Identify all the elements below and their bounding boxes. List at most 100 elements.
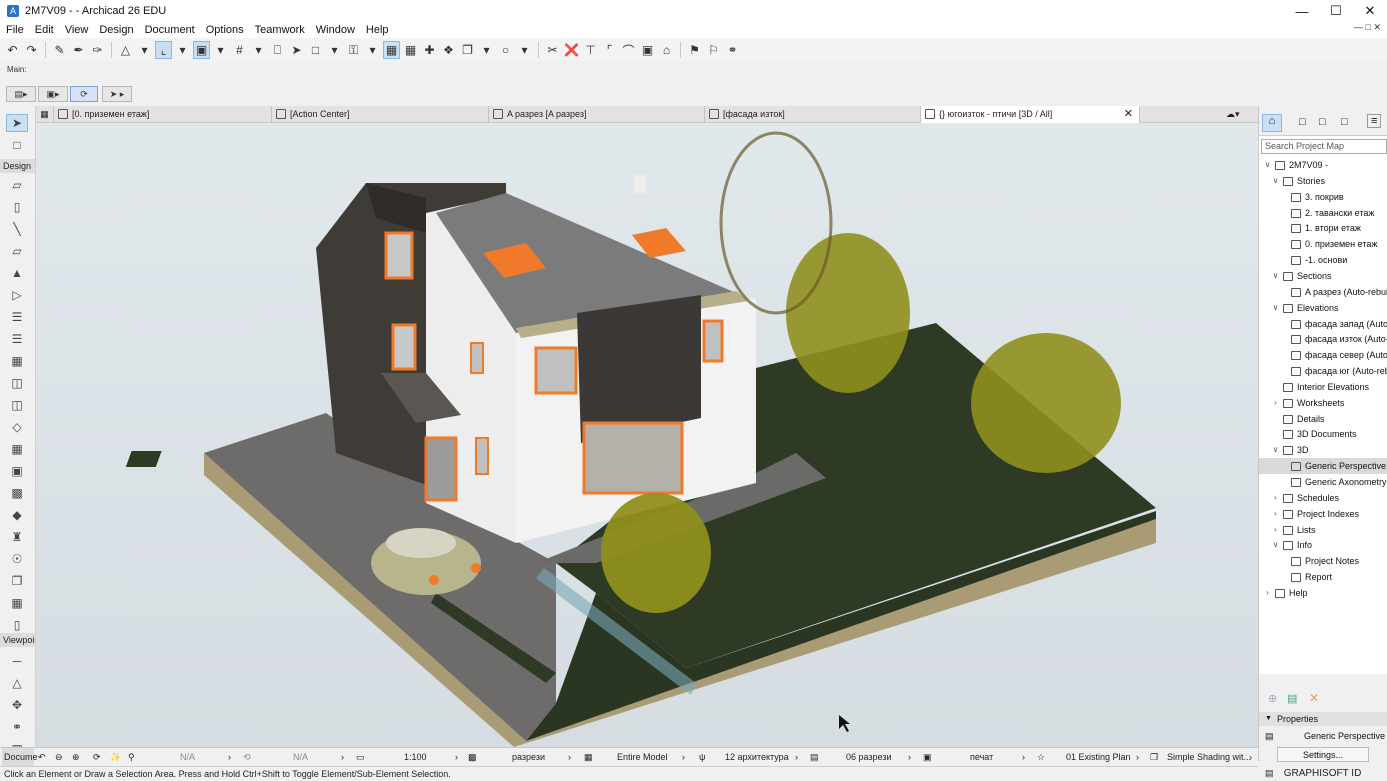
- tree-item[interactable]: › Help: [1259, 585, 1387, 601]
- object-tool-icon[interactable]: ▦: [6, 440, 28, 458]
- zoom-in-icon[interactable]: ⊕: [72, 748, 80, 767]
- window-tool-icon[interactable]: ◫: [6, 396, 28, 414]
- properties-header[interactable]: ▼ Properties: [1259, 712, 1387, 726]
- cube-tool-icon[interactable]: ❐: [6, 572, 28, 590]
- caret-open-icon[interactable]: ∨: [1271, 442, 1280, 458]
- toolbox-document-header[interactable]: Docume: [2, 748, 38, 767]
- tree-item[interactable]: фасада север (Auto-rebuild Model): [1259, 347, 1387, 363]
- tree-item[interactable]: 3. покрив: [1259, 189, 1387, 205]
- tree-item[interactable]: A разрез (Auto-rebuild Model): [1259, 284, 1387, 300]
- tree-item[interactable]: ∨ Info: [1259, 537, 1387, 553]
- tree-item[interactable]: -1. основи: [1259, 252, 1387, 268]
- model-view-icon[interactable]: ▤: [810, 748, 819, 767]
- tab-floor-plan[interactable]: [0. приземен етаж]: [54, 106, 272, 123]
- guide-lines-icon[interactable]: △: [117, 41, 134, 59]
- publisher-sets-icon[interactable]: □: [1341, 116, 1348, 128]
- dropdown-arrow-icon[interactable]: ▾: [212, 41, 229, 59]
- worksheet-tool-icon[interactable]: ⚭: [6, 718, 28, 736]
- layer-combination-value[interactable]: разрези: [512, 748, 545, 767]
- dropdown-arrow-icon[interactable]: ▾: [174, 41, 191, 59]
- tree-item[interactable]: Interior Elevations: [1259, 379, 1387, 395]
- menu-file[interactable]: File: [0, 24, 29, 36]
- 3d-style-value[interactable]: Simple Shading wit...: [1167, 748, 1251, 767]
- tree-item[interactable]: Report: [1259, 569, 1387, 585]
- column-tool-icon[interactable]: ▯: [6, 198, 28, 216]
- wall-tool-icon[interactable]: ▱: [6, 176, 28, 194]
- tree-item[interactable]: ∨ Elevations: [1259, 300, 1387, 316]
- 3d-viewport[interactable]: [36, 123, 1258, 747]
- flag-icon[interactable]: ⚑: [686, 41, 703, 59]
- orbit-view-icon[interactable]: ⟳: [93, 748, 101, 767]
- bim-icon[interactable]: ⚭: [724, 41, 741, 59]
- maximize-icon[interactable]: ☐: [1319, 0, 1353, 22]
- syringe-icon[interactable]: ✒: [70, 41, 87, 59]
- caret-closed-icon[interactable]: ›: [1263, 585, 1272, 601]
- tab-3d-view[interactable]: {} югоизток - птичи [3D / All] ✕: [921, 106, 1140, 123]
- explode-icon[interactable]: ❖: [440, 41, 457, 59]
- cursor-select-icon[interactable]: ➤: [288, 41, 305, 59]
- tree-item[interactable]: 0. приземен етаж: [1259, 236, 1387, 252]
- menu-view[interactable]: View: [59, 24, 94, 36]
- arrow-tool-icon[interactable]: ➤: [6, 114, 28, 132]
- tree-item[interactable]: Details: [1259, 411, 1387, 427]
- menu-teamwork[interactable]: Teamwork: [249, 24, 310, 36]
- graphisoft-id[interactable]: ▤ GRAPHISOFT ID: [1258, 766, 1387, 781]
- split-icon[interactable]: ▣: [639, 41, 656, 59]
- stair-tool-icon[interactable]: ☰: [6, 308, 28, 326]
- morph-tool-icon[interactable]: ◆: [6, 506, 28, 524]
- redo-icon[interactable]: ↷: [23, 41, 40, 59]
- curtain-wall-tool-icon[interactable]: ▦: [6, 352, 28, 370]
- elevation-tool-icon[interactable]: △: [6, 674, 28, 692]
- model-view-options-value[interactable]: 06 разрези: [846, 748, 892, 767]
- chevron-right-icon[interactable]: ›: [1136, 748, 1139, 767]
- caret-open-icon[interactable]: ∨: [1271, 537, 1280, 553]
- dimension-value[interactable]: печат: [970, 748, 993, 767]
- caret-closed-icon[interactable]: ›: [1271, 395, 1280, 411]
- layer-selector-icon[interactable]: ▤▸: [6, 86, 36, 102]
- tree-item[interactable]: 3D Documents: [1259, 426, 1387, 442]
- chevron-right-icon[interactable]: ›: [795, 748, 798, 767]
- slab-tool-icon[interactable]: ▱: [6, 242, 28, 260]
- menu-options[interactable]: Options: [200, 24, 249, 36]
- tab-elevation[interactable]: [фасада изток]: [705, 106, 921, 123]
- pick-up-icon[interactable]: ✎: [51, 41, 68, 59]
- dropdown-arrow-icon[interactable]: ▾: [250, 41, 267, 59]
- menu-document[interactable]: Document: [139, 24, 200, 36]
- view-map-icon[interactable]: □: [1299, 116, 1306, 128]
- undo-view-icon[interactable]: ↶: [38, 748, 46, 767]
- menu-help[interactable]: Help: [360, 24, 394, 36]
- layers-icon[interactable]: ▩: [468, 748, 477, 767]
- trim-icon[interactable]: ❌: [563, 41, 580, 59]
- renovation-filter-value[interactable]: 01 Existing Plan: [1066, 748, 1131, 767]
- fillet-icon[interactable]: ⌜: [601, 41, 618, 59]
- snap-points-icon[interactable]: ▣: [193, 41, 210, 59]
- chevron-right-icon[interactable]: ›: [682, 748, 685, 767]
- railing-tool-icon[interactable]: ☰: [6, 330, 28, 348]
- eyedropper-icon[interactable]: ✑: [89, 41, 106, 59]
- close-tab-icon[interactable]: ✕: [1124, 106, 1133, 123]
- connections-icon[interactable]: ✚: [421, 41, 438, 59]
- dropdown-arrow-icon[interactable]: ▾: [478, 41, 495, 59]
- toolbox-design-header[interactable]: Design: [0, 159, 35, 173]
- toolbox-viewpoint-header[interactable]: Viewpoi: [0, 633, 35, 647]
- tree-item[interactable]: ∨ Stories: [1259, 173, 1387, 189]
- project-map-search[interactable]: Search Project Map: [1261, 139, 1387, 154]
- dropdown-arrow-icon[interactable]: ▾: [364, 41, 381, 59]
- dropdown-arrow-icon[interactable]: ▾: [326, 41, 343, 59]
- curve-icon[interactable]: ⌒: [620, 41, 637, 59]
- tree-item[interactable]: фасада запад (Auto-rebuild Model): [1259, 316, 1387, 332]
- menu-design[interactable]: Design: [93, 24, 138, 36]
- scale-value[interactable]: 1:100: [404, 748, 427, 767]
- tab-list-icon[interactable]: ☁▾: [1222, 106, 1258, 123]
- 3d-cube-icon[interactable]: ❐: [459, 41, 476, 59]
- tree-item[interactable]: фасада юг (Auto-rebuild Model): [1259, 363, 1387, 379]
- caret-open-icon[interactable]: ∨: [1271, 300, 1280, 316]
- mdi-controls-icon[interactable]: — □ ✕: [1354, 22, 1381, 33]
- shell-tool-icon[interactable]: ▷: [6, 286, 28, 304]
- lock-icon[interactable]: ⚿: [345, 41, 362, 59]
- tree-item[interactable]: 2. тавански етаж: [1259, 205, 1387, 221]
- panel-tool-icon[interactable]: ▯: [6, 616, 28, 634]
- selection-filter-icon[interactable]: ▣▸: [38, 86, 68, 102]
- roof-tool-icon[interactable]: ▲: [6, 264, 28, 282]
- angle-value[interactable]: N/A: [293, 748, 308, 767]
